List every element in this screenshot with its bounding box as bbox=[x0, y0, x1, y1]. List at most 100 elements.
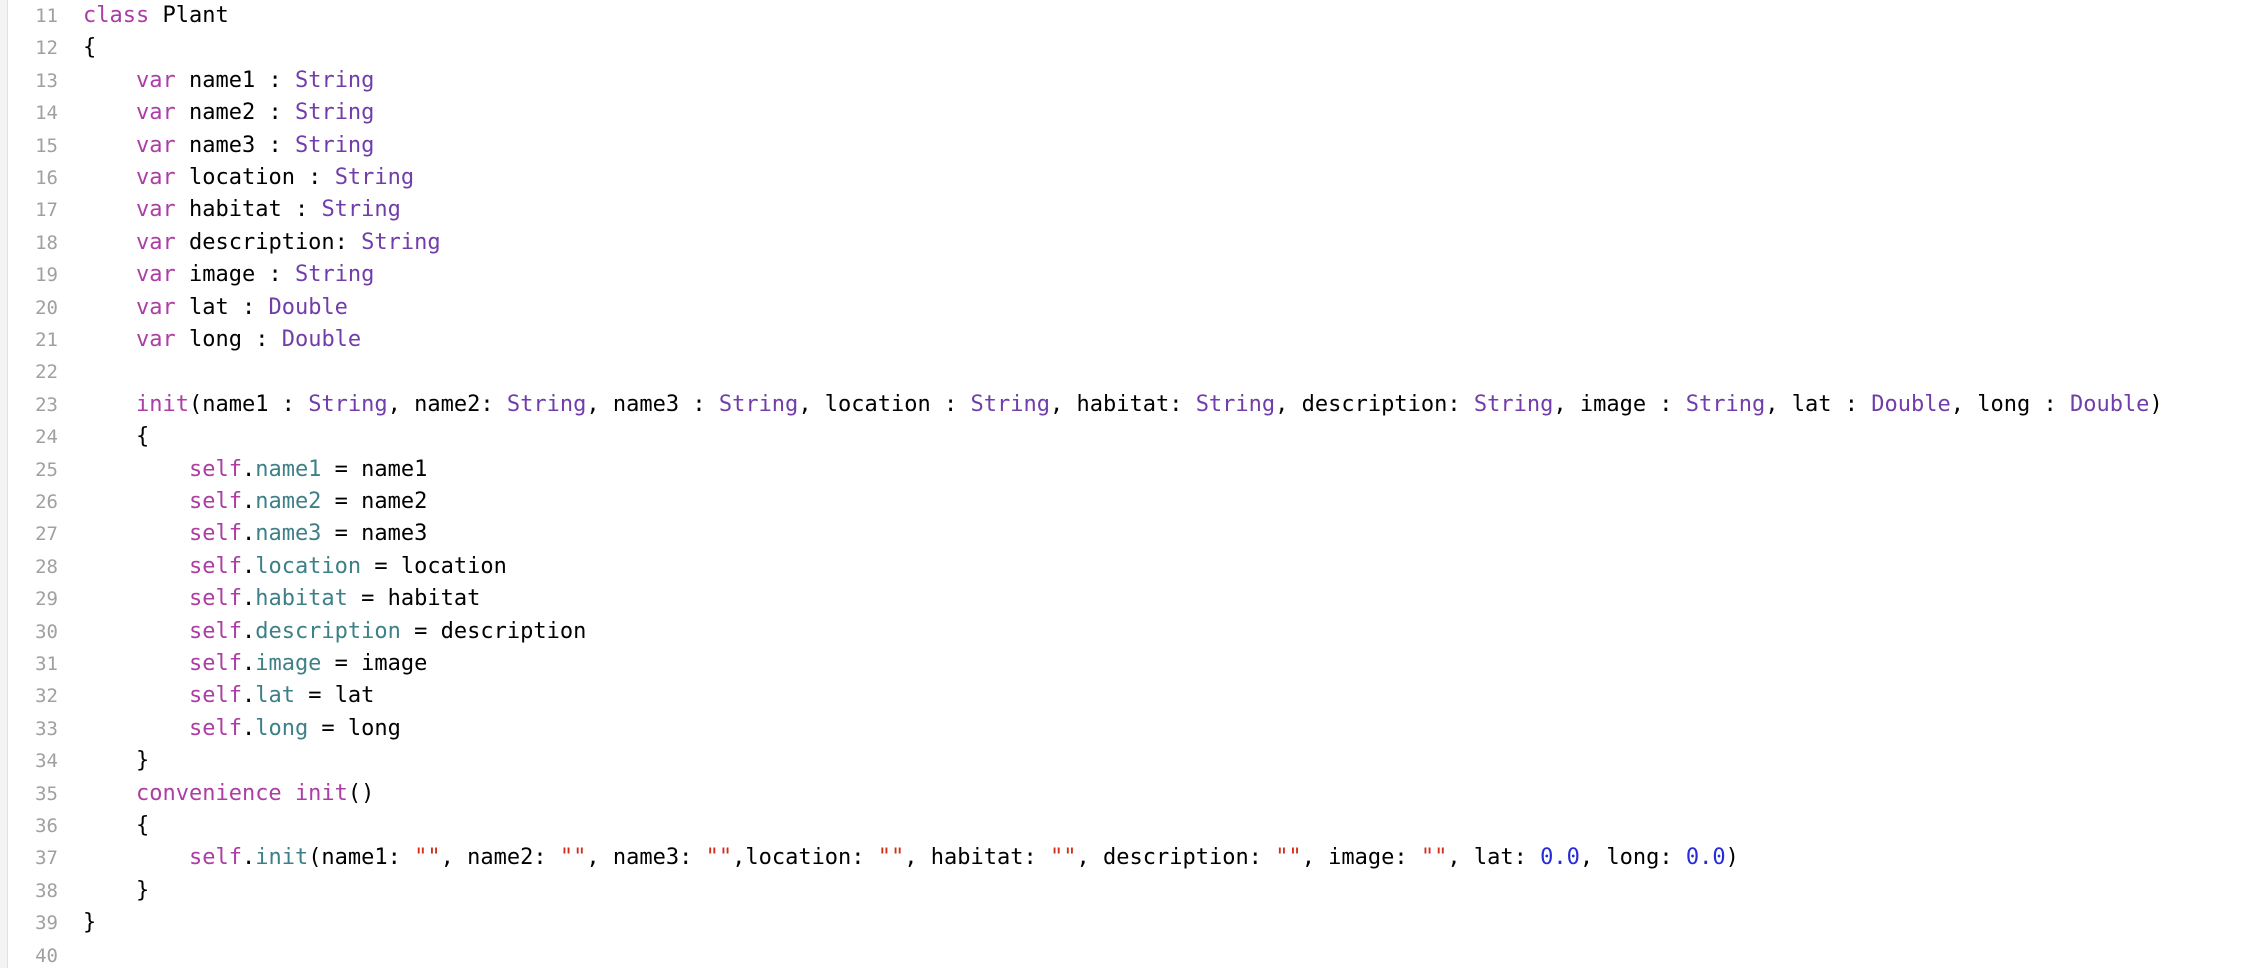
code-token: var bbox=[135, 327, 176, 352]
line-number: 30 bbox=[35, 620, 58, 643]
code-token: = lat bbox=[294, 683, 375, 709]
code-text: self.location = location bbox=[83, 551, 507, 583]
code-text: var habitat : String bbox=[83, 194, 401, 226]
code-token: ) bbox=[2149, 391, 2163, 417]
code-token: , habitat: bbox=[904, 845, 1050, 871]
code-token: . bbox=[241, 683, 256, 709]
code-token: convenience bbox=[135, 780, 282, 806]
code-token: String bbox=[294, 67, 375, 93]
code-token: location bbox=[255, 553, 362, 579]
line-number: 33 bbox=[35, 717, 58, 740]
code-text: self.lat = lat bbox=[83, 680, 374, 712]
code-token: . bbox=[241, 553, 256, 579]
line-number: 32 bbox=[35, 685, 58, 708]
code-token: var bbox=[135, 165, 176, 190]
code-token: { bbox=[83, 35, 97, 61]
line-number: 17 bbox=[35, 199, 58, 222]
code-text: self.init(name1: "", name2: "", name3: "… bbox=[83, 842, 1739, 874]
code-text: var location : String bbox=[83, 162, 414, 194]
code-token: = description bbox=[400, 618, 587, 644]
code-token: } bbox=[135, 877, 150, 903]
code-token: , long : bbox=[1950, 391, 2070, 417]
code-token: "" bbox=[705, 845, 733, 871]
code-token: name2 bbox=[255, 489, 322, 514]
code-token: } bbox=[83, 910, 97, 936]
code-token: var bbox=[135, 100, 176, 126]
code-token: 0.0 bbox=[1685, 845, 1726, 871]
code-token: init bbox=[294, 780, 348, 806]
code-text: var name1 : String bbox=[83, 65, 374, 97]
code-token: name1 bbox=[255, 456, 322, 482]
code-text: self.habitat = habitat bbox=[83, 583, 480, 615]
code-token: image bbox=[255, 651, 322, 676]
code-token: String bbox=[334, 165, 415, 190]
code-token: String bbox=[294, 132, 375, 158]
code-token: Double bbox=[1871, 391, 1951, 417]
line-number: 14 bbox=[35, 102, 58, 125]
line-number: 16 bbox=[35, 167, 58, 189]
code-text: { bbox=[83, 32, 96, 64]
code-text: var name3 : String bbox=[83, 130, 374, 162]
code-token: , description: bbox=[1076, 845, 1276, 871]
code-token: = name1 bbox=[321, 456, 428, 482]
code-text: self.image = image bbox=[83, 648, 427, 680]
code-token: String bbox=[1685, 391, 1766, 417]
line-number: 29 bbox=[35, 588, 58, 611]
code-token: long : bbox=[175, 327, 282, 352]
line-number: 36 bbox=[35, 815, 58, 837]
code-token: self bbox=[188, 489, 242, 514]
code-token: "" bbox=[414, 845, 441, 871]
code-token: (name1: bbox=[308, 845, 415, 871]
code-token: "" bbox=[1050, 845, 1077, 871]
code-token: name2 : bbox=[175, 100, 295, 126]
code-token: . bbox=[241, 489, 256, 514]
code-token: . bbox=[241, 715, 256, 741]
code-token: var bbox=[135, 262, 176, 288]
code-token: . bbox=[241, 521, 256, 547]
line-number: 21 bbox=[35, 329, 58, 351]
code-token: = image bbox=[321, 651, 428, 676]
line-number: 38 bbox=[35, 879, 58, 902]
code-token: , image : bbox=[1553, 391, 1686, 417]
code-text: var description: String bbox=[83, 227, 441, 259]
code-token: , name3: bbox=[586, 845, 706, 871]
code-token: self bbox=[188, 618, 242, 644]
code-token: class bbox=[83, 3, 150, 28]
code-token: self bbox=[188, 456, 242, 482]
code-token: = location bbox=[361, 553, 507, 579]
line-number: 19 bbox=[35, 264, 58, 287]
code-token: self bbox=[188, 715, 242, 741]
code-text: self.name2 = name2 bbox=[83, 486, 427, 518]
code-token: self bbox=[188, 586, 242, 612]
line-number: 34 bbox=[35, 750, 58, 773]
code-token: , habitat: bbox=[1049, 391, 1196, 417]
code-token: = habitat bbox=[347, 586, 481, 612]
line-number: 31 bbox=[35, 653, 58, 675]
code-token: Double bbox=[281, 327, 362, 352]
code-token: "" bbox=[877, 845, 905, 871]
code-token: init bbox=[135, 391, 189, 417]
code-token: var bbox=[135, 67, 176, 93]
code-token: self bbox=[188, 845, 242, 871]
code-token: . bbox=[241, 651, 256, 676]
code-text: init(name1 : String, name2: String, name… bbox=[83, 389, 2163, 421]
code-token: String bbox=[718, 391, 799, 417]
code-token: var bbox=[135, 294, 176, 320]
line-number: 37 bbox=[35, 847, 58, 870]
code-token: . bbox=[241, 618, 256, 644]
code-text: { bbox=[83, 810, 149, 842]
code-editor[interactable]: 11 class Plant 12{13 var name1 : String 14 … bbox=[0, 0, 2260, 968]
code-token: self bbox=[188, 651, 242, 676]
code-token: (name1 : bbox=[188, 391, 309, 417]
code-token: long bbox=[255, 715, 309, 741]
line-number: 18 bbox=[35, 231, 58, 254]
code-token: var bbox=[135, 132, 176, 158]
code-token: location : bbox=[175, 165, 335, 190]
line-number: 11 bbox=[35, 5, 58, 27]
code-token: { bbox=[135, 813, 150, 838]
code-token: = name2 bbox=[321, 489, 428, 514]
code-token: name1 : bbox=[175, 67, 295, 93]
code-text: var image : String bbox=[83, 259, 374, 291]
line-number: 28 bbox=[35, 555, 58, 578]
